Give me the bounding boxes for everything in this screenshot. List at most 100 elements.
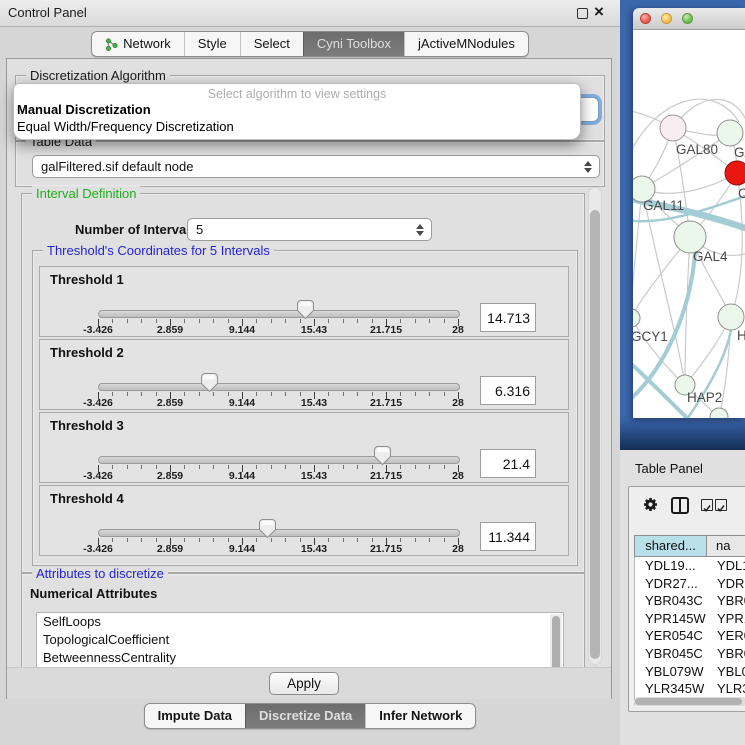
- slider-track[interactable]: [98, 529, 460, 537]
- list-scrollbar[interactable]: [550, 614, 562, 667]
- table-horizontal-scrollbar[interactable]: [634, 697, 745, 706]
- slider-tick-labels: -3.4262.8599.14415.4321.71528: [98, 470, 458, 482]
- table-cell[interactable]: YPR145W: [635, 610, 708, 628]
- table-header-cell[interactable]: na: [707, 535, 745, 557]
- slider-track[interactable]: [98, 383, 460, 391]
- table-row[interactable]: YBL079WYBL0: [635, 663, 745, 681]
- table-cell[interactable]: YDL1: [708, 557, 745, 575]
- table-cell[interactable]: YBR043C: [635, 592, 708, 610]
- tab-discretize-data[interactable]: Discretize Data: [245, 704, 365, 728]
- table-cell[interactable]: YDR2: [708, 575, 745, 593]
- slider-thumb[interactable]: [259, 519, 276, 538]
- network-window[interactable]: GAL80GACGAL11GAL4GCY1HHAP2: [633, 8, 745, 418]
- threshold-value-field[interactable]: 11.344: [480, 522, 536, 551]
- threshold-value-field[interactable]: 14.713: [480, 303, 536, 332]
- slider-thumb[interactable]: [201, 373, 218, 392]
- threshold-panel: Threshold 1-3.4262.8599.14415.4321.71528…: [39, 266, 569, 337]
- table-hscroll-thumb[interactable]: [635, 698, 742, 705]
- attribute-list-item[interactable]: TopologicalCoefficient: [37, 631, 563, 649]
- gear-icon[interactable]: [642, 496, 659, 513]
- network-node[interactable]: [725, 161, 745, 185]
- slider-track[interactable]: [98, 456, 460, 464]
- tab-style[interactable]: Style: [184, 32, 240, 56]
- table-cell[interactable]: YBR045C: [635, 645, 708, 663]
- numerical-attributes-list[interactable]: SelfLoopsTopologicalCoefficientBetweenne…: [36, 612, 564, 667]
- tab-infer-network[interactable]: Infer Network: [365, 704, 475, 728]
- tick-label: 2.859: [157, 543, 183, 555]
- network-node[interactable]: [718, 304, 744, 330]
- panel-scrollbar[interactable]: [588, 187, 602, 665]
- table-row[interactable]: YLR345WYLR3: [635, 680, 745, 698]
- network-node[interactable]: [660, 115, 686, 141]
- apply-row: Apply: [7, 667, 611, 699]
- list-scrollbar-thumb[interactable]: [552, 616, 560, 667]
- close-icon[interactable]: ×: [594, 1, 604, 23]
- table-row[interactable]: YBR045CYBR0: [635, 645, 745, 663]
- table-cell[interactable]: YLR3: [708, 680, 745, 698]
- checkbox-icon[interactable]: [701, 499, 713, 511]
- table-cell[interactable]: YER054C: [635, 627, 708, 645]
- tab-network[interactable]: Network: [92, 32, 184, 56]
- tick-mark: [328, 392, 329, 396]
- panel-scrollbar-thumb[interactable]: [590, 210, 600, 659]
- threshold-value-field[interactable]: 21.4: [480, 449, 536, 478]
- attribute-list-item[interactable]: BetweennessCentrality: [37, 649, 563, 667]
- table-cell[interactable]: YBR0: [708, 645, 745, 663]
- tick-label: 15.43: [301, 470, 327, 482]
- tick-label: -3.426: [83, 543, 113, 555]
- network-frame-bottom: [620, 418, 745, 450]
- tab-cyni-toolbox[interactable]: Cyni Toolbox: [303, 32, 404, 56]
- table-cell[interactable]: YDR27...: [635, 575, 708, 593]
- tab-impute-data[interactable]: Impute Data: [145, 704, 245, 728]
- slider-track[interactable]: [98, 310, 460, 318]
- checkbox-icon[interactable]: [715, 499, 727, 511]
- table-cell[interactable]: YBL0: [708, 663, 745, 681]
- slider-tick-labels: -3.4262.8599.14415.4321.71528: [98, 543, 458, 555]
- tick-label: -3.426: [83, 470, 113, 482]
- float-window-icon[interactable]: [577, 8, 588, 19]
- dropdown-item[interactable]: Equal Width/Frequency Discretization: [14, 118, 580, 135]
- network-node[interactable]: [717, 120, 743, 146]
- column-view-icon[interactable]: [671, 497, 689, 514]
- table-row[interactable]: YPR145WYPR1: [635, 610, 745, 628]
- minimize-traffic-light-icon[interactable]: [661, 13, 672, 24]
- slider-thumb[interactable]: [374, 446, 391, 465]
- table-rows: YDL19...YDL1YDR27...YDR2YBR043CYBR0YPR14…: [634, 557, 745, 705]
- table-header-cell[interactable]: shared...: [634, 535, 707, 557]
- table-row[interactable]: YER054CYER0: [635, 627, 745, 645]
- table-cell[interactable]: YBR0: [708, 592, 745, 610]
- tick-label: 9.144: [229, 543, 255, 555]
- zoom-traffic-light-icon[interactable]: [682, 13, 693, 24]
- network-node[interactable]: [633, 309, 640, 327]
- tick-mark: [141, 538, 142, 542]
- apply-button[interactable]: Apply: [269, 672, 339, 695]
- table-cell[interactable]: YLR345W: [635, 680, 708, 698]
- tick-label: 9.144: [229, 397, 255, 409]
- table-cell[interactable]: YPR1: [708, 610, 745, 628]
- table-data-select[interactable]: galFiltered.sif default node: [32, 155, 600, 178]
- network-edge: [633, 189, 642, 318]
- tick-mark: [300, 465, 301, 469]
- table-cell[interactable]: YDL19...: [635, 557, 708, 575]
- tab-select[interactable]: Select: [240, 32, 303, 56]
- dropdown-item[interactable]: Manual Discretization: [14, 101, 580, 118]
- table-header-row[interactable]: shared...na: [634, 535, 745, 557]
- table-cell[interactable]: YBL079W: [635, 663, 708, 681]
- tick-mark: [112, 538, 113, 542]
- threshold-panel: Threshold 3-3.4262.8599.14415.4321.71528…: [39, 412, 569, 483]
- table-row[interactable]: YBR043CYBR0: [635, 592, 745, 610]
- slider-thumb[interactable]: [297, 300, 314, 319]
- number-of-intervals-select[interactable]: 5: [187, 218, 432, 241]
- table-cell[interactable]: YER0: [708, 627, 745, 645]
- table-row[interactable]: YDR27...YDR2: [635, 575, 745, 593]
- tick-mark: [429, 319, 430, 323]
- tab-jactivemnodules[interactable]: jActiveMNodules: [404, 32, 528, 56]
- network-canvas[interactable]: GAL80GACGAL11GAL4GCY1HHAP2: [633, 30, 745, 418]
- network-node[interactable]: [710, 408, 728, 418]
- close-traffic-light-icon[interactable]: [640, 13, 651, 24]
- table-row[interactable]: YDL19...YDL1: [635, 557, 745, 575]
- network-window-titlebar[interactable]: [633, 8, 745, 30]
- attribute-list-item[interactable]: SelfLoops: [37, 613, 563, 631]
- threshold-value-field[interactable]: 6.316: [480, 376, 536, 405]
- tick-mark: [285, 538, 286, 542]
